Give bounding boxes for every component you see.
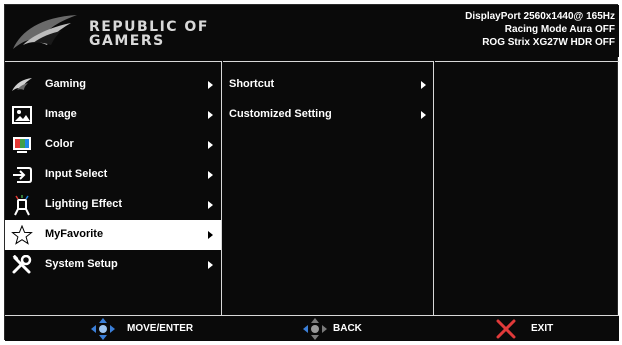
osd-menu: REPUBLIC OF GAMERS DisplayPort 2560x1440… — [4, 4, 619, 341]
menu-item-label: System Setup — [45, 258, 118, 270]
input-select-icon — [11, 165, 33, 185]
chevron-right-icon — [421, 111, 426, 119]
close-icon — [495, 318, 517, 345]
chevron-right-icon — [208, 231, 213, 239]
status-input-resolution: DisplayPort 2560x1440@ 165Hz — [465, 11, 615, 22]
detail-panel — [435, 61, 619, 315]
submenu-item-customized-setting[interactable]: Customized Setting — [223, 100, 433, 130]
menu-item-system-setup[interactable]: System Setup — [5, 250, 221, 280]
chevron-right-icon — [208, 261, 213, 269]
main-menu: Gaming Image Color Input Select Lighting… — [5, 61, 222, 315]
status-info: DisplayPort 2560x1440@ 165Hz Racing Mode… — [465, 10, 615, 49]
lighting-effect-icon — [11, 195, 33, 216]
menu-item-label: Input Select — [45, 168, 108, 180]
brand-line-2: GAMERS — [89, 33, 165, 49]
chevron-right-icon — [208, 201, 213, 209]
chevron-right-icon — [421, 81, 426, 89]
brand-line-1: REPUBLIC OF — [89, 19, 209, 35]
submenu-item-label: Shortcut — [229, 78, 275, 90]
tools-icon — [11, 254, 33, 275]
chevron-right-icon — [208, 81, 213, 89]
footer-exit-label: EXIT — [531, 323, 554, 334]
menu-item-lighting-effect[interactable]: Lighting Effect — [5, 190, 221, 220]
rog-eye-logo-icon — [13, 15, 77, 49]
footer-back-label: BACK — [333, 323, 362, 334]
menu-item-color[interactable]: Color — [5, 130, 221, 160]
submenu: Shortcut Customized Setting — [223, 61, 434, 315]
menu-item-myfavorite[interactable]: MyFavorite — [5, 220, 221, 250]
menu-item-image[interactable]: Image — [5, 100, 221, 130]
status-model-hdr: ROG Strix XG27W HDR OFF — [482, 37, 615, 48]
back-navigation-icon — [303, 318, 327, 345]
menu-item-gaming[interactable]: Gaming — [5, 70, 221, 100]
status-mode-aura: Racing Mode Aura OFF — [504, 24, 615, 35]
menu-item-label: Image — [45, 108, 77, 120]
brand-text: REPUBLIC OF GAMERS — [89, 20, 209, 48]
rog-logo: REPUBLIC OF GAMERS — [11, 11, 211, 53]
menu-item-label: Lighting Effect — [45, 198, 122, 210]
image-icon — [11, 105, 33, 125]
chevron-right-icon — [208, 111, 213, 119]
submenu-item-label: Customized Setting — [229, 108, 332, 120]
star-icon — [11, 224, 33, 245]
osd-header: REPUBLIC OF GAMERS DisplayPort 2560x1440… — [5, 5, 619, 57]
osd-footer: MOVE/ENTER BACK EXIT — [5, 315, 619, 341]
chevron-right-icon — [208, 141, 213, 149]
menu-item-label: Gaming — [45, 78, 86, 90]
submenu-item-shortcut[interactable]: Shortcut — [223, 70, 433, 100]
rog-eye-icon — [11, 75, 33, 95]
menu-item-label: Color — [45, 138, 74, 150]
color-icon — [11, 135, 33, 155]
menu-item-input-select[interactable]: Input Select — [5, 160, 221, 190]
footer-move-enter-label: MOVE/ENTER — [127, 323, 194, 334]
menu-item-label: MyFavorite — [45, 228, 104, 240]
five-way-navigation-icon — [91, 318, 115, 345]
chevron-right-icon — [208, 171, 213, 179]
